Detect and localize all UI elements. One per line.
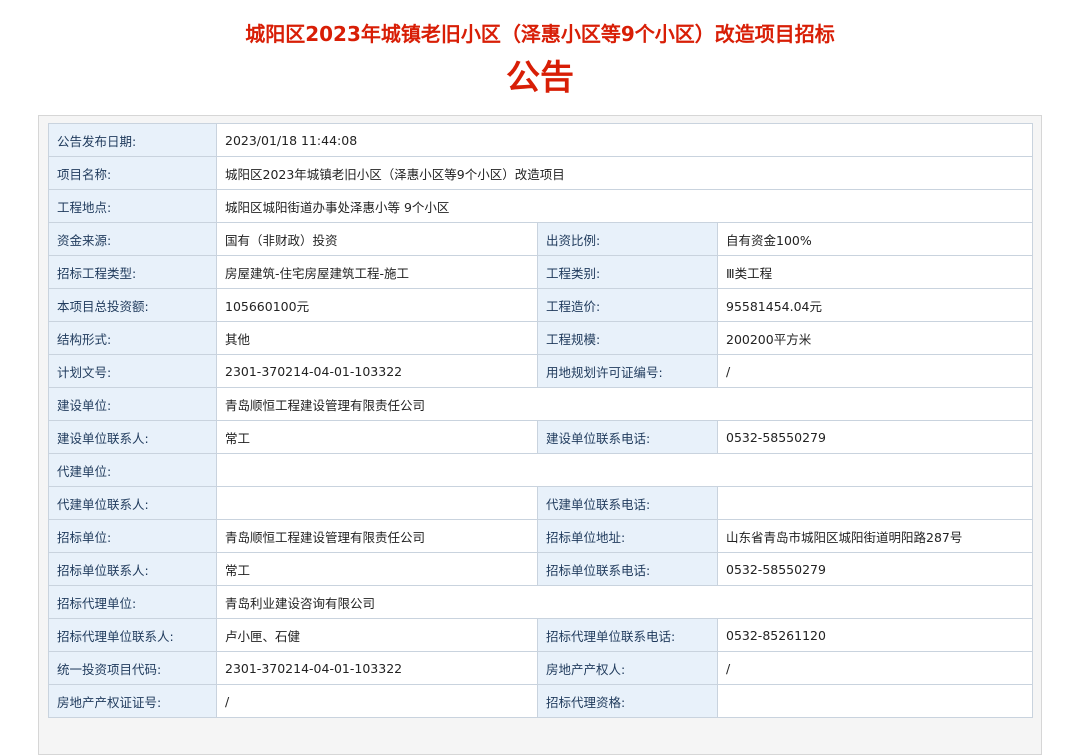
field-label: 招标代理单位联系电话:	[537, 618, 718, 652]
field-label: 招标单位:	[48, 519, 217, 553]
page-title-line-2: 公告	[506, 58, 574, 98]
field-value: 山东省青岛市城阳区城阳街道明阳路287号	[716, 519, 1034, 553]
table-row: 项目名称: 城阳区2023年城镇老旧小区（泽惠小区等9个小区）改造项目	[48, 156, 1034, 190]
field-label: 建设单位:	[48, 387, 217, 421]
announcement-info-table: 公告发布日期: 2023/01/18 11:44:08 项目名称: 城阳区202…	[48, 123, 1034, 718]
field-value: 房屋建筑-住宅房屋建筑工程-施工	[216, 255, 538, 289]
field-label: 结构形式:	[48, 321, 217, 355]
field-label: 招标代理资格:	[537, 684, 718, 718]
field-value: 城阳区城阳街道办事处泽惠小等 9个小区	[215, 189, 1034, 223]
field-value: 0532-58550279	[716, 420, 1034, 454]
field-label: 资金来源:	[48, 222, 217, 256]
field-value: 城阳区2023年城镇老旧小区（泽惠小区等9个小区）改造项目	[215, 156, 1034, 190]
table-row: 工程地点: 城阳区城阳街道办事处泽惠小等 9个小区	[48, 189, 1034, 223]
field-value: 卢小匣、石健	[216, 618, 538, 652]
field-value: 95581454.04元	[716, 288, 1034, 322]
table-row: 资金来源: 国有（非财政）投资 出资比例: 自有资金100%	[48, 222, 1034, 256]
table-row: 统一投资项目代码: 2301-370214-04-01-103322 房地产产权…	[48, 651, 1034, 685]
field-value: 2023/01/18 11:44:08	[215, 123, 1034, 157]
field-value: 青岛顺恒工程建设管理有限责任公司	[215, 387, 1034, 421]
field-label: 计划文号:	[48, 354, 217, 388]
field-label: 招标单位地址:	[537, 519, 718, 553]
field-value: 常工	[216, 420, 538, 454]
field-label: 公告发布日期:	[48, 123, 217, 157]
field-value: 0532-58550279	[716, 552, 1034, 586]
field-label: 招标单位联系人:	[48, 552, 217, 586]
field-label: 房地产产权人:	[537, 651, 718, 685]
field-value	[716, 486, 1034, 520]
field-label: 代建单位联系电话:	[537, 486, 718, 520]
field-label: 代建单位联系人:	[48, 486, 217, 520]
table-row: 计划文号: 2301-370214-04-01-103322 用地规划许可证编号…	[48, 354, 1034, 388]
field-value: 其他	[216, 321, 538, 355]
field-label: 招标代理单位:	[48, 585, 217, 619]
field-value	[215, 453, 1034, 487]
field-label: 统一投资项目代码:	[48, 651, 217, 685]
field-value: 200200平方米	[716, 321, 1034, 355]
field-value: 常工	[216, 552, 538, 586]
table-row: 本项目总投资额: 105660100元 工程造价: 95581454.04元	[48, 288, 1034, 322]
table-row: 公告发布日期: 2023/01/18 11:44:08	[48, 123, 1034, 157]
field-value: 自有资金100%	[716, 222, 1034, 256]
field-value: /	[716, 651, 1034, 685]
field-label: 招标工程类型:	[48, 255, 217, 289]
page-title-line-1: 城阳区2023年城镇老旧小区（泽惠小区等9个小区）改造项目招标	[245, 22, 835, 46]
field-label: 招标代理单位联系人:	[48, 618, 217, 652]
field-label: 建设单位联系人:	[48, 420, 217, 454]
table-row: 房地产产权证证号: / 招标代理资格:	[48, 684, 1034, 718]
field-label: 代建单位:	[48, 453, 217, 487]
table-row: 代建单位:	[48, 453, 1034, 487]
field-label: 本项目总投资额:	[48, 288, 217, 322]
field-value: 0532-85261120	[716, 618, 1034, 652]
field-label: 用地规划许可证编号:	[537, 354, 718, 388]
table-row: 代建单位联系人: 代建单位联系电话:	[48, 486, 1034, 520]
field-value: Ⅲ类工程	[716, 255, 1034, 289]
field-label: 工程规模:	[537, 321, 718, 355]
field-value: 国有（非财政）投资	[216, 222, 538, 256]
field-value: /	[216, 684, 538, 718]
table-row: 建设单位联系人: 常工 建设单位联系电话: 0532-58550279	[48, 420, 1034, 454]
field-value: 青岛顺恒工程建设管理有限责任公司	[216, 519, 538, 553]
page-title: 城阳区2023年城镇老旧小区（泽惠小区等9个小区）改造项目招标 公告	[0, 12, 1080, 100]
table-row: 招标工程类型: 房屋建筑-住宅房屋建筑工程-施工 工程类别: Ⅲ类工程	[48, 255, 1034, 289]
table-row: 招标代理单位: 青岛利业建设咨询有限公司	[48, 585, 1034, 619]
table-row: 结构形式: 其他 工程规模: 200200平方米	[48, 321, 1034, 355]
field-value: /	[716, 354, 1034, 388]
field-label: 招标单位联系电话:	[537, 552, 718, 586]
field-label: 工程类别:	[537, 255, 718, 289]
field-value: 2301-370214-04-01-103322	[216, 354, 538, 388]
field-value: 青岛利业建设咨询有限公司	[215, 585, 1034, 619]
field-value	[216, 486, 538, 520]
table-row: 招标单位联系人: 常工 招标单位联系电话: 0532-58550279	[48, 552, 1034, 586]
table-row: 招标代理单位联系人: 卢小匣、石健 招标代理单位联系电话: 0532-85261…	[48, 618, 1034, 652]
field-value	[716, 684, 1034, 718]
table-row: 建设单位: 青岛顺恒工程建设管理有限责任公司	[48, 387, 1034, 421]
field-label: 建设单位联系电话:	[537, 420, 718, 454]
field-label: 房地产产权证证号:	[48, 684, 217, 718]
field-label: 出资比例:	[537, 222, 718, 256]
field-label: 工程造价:	[537, 288, 718, 322]
table-row: 招标单位: 青岛顺恒工程建设管理有限责任公司 招标单位地址: 山东省青岛市城阳区…	[48, 519, 1034, 553]
field-label: 工程地点:	[48, 189, 217, 223]
field-value: 2301-370214-04-01-103322	[216, 651, 538, 685]
field-label: 项目名称:	[48, 156, 217, 190]
field-value: 105660100元	[216, 288, 538, 322]
